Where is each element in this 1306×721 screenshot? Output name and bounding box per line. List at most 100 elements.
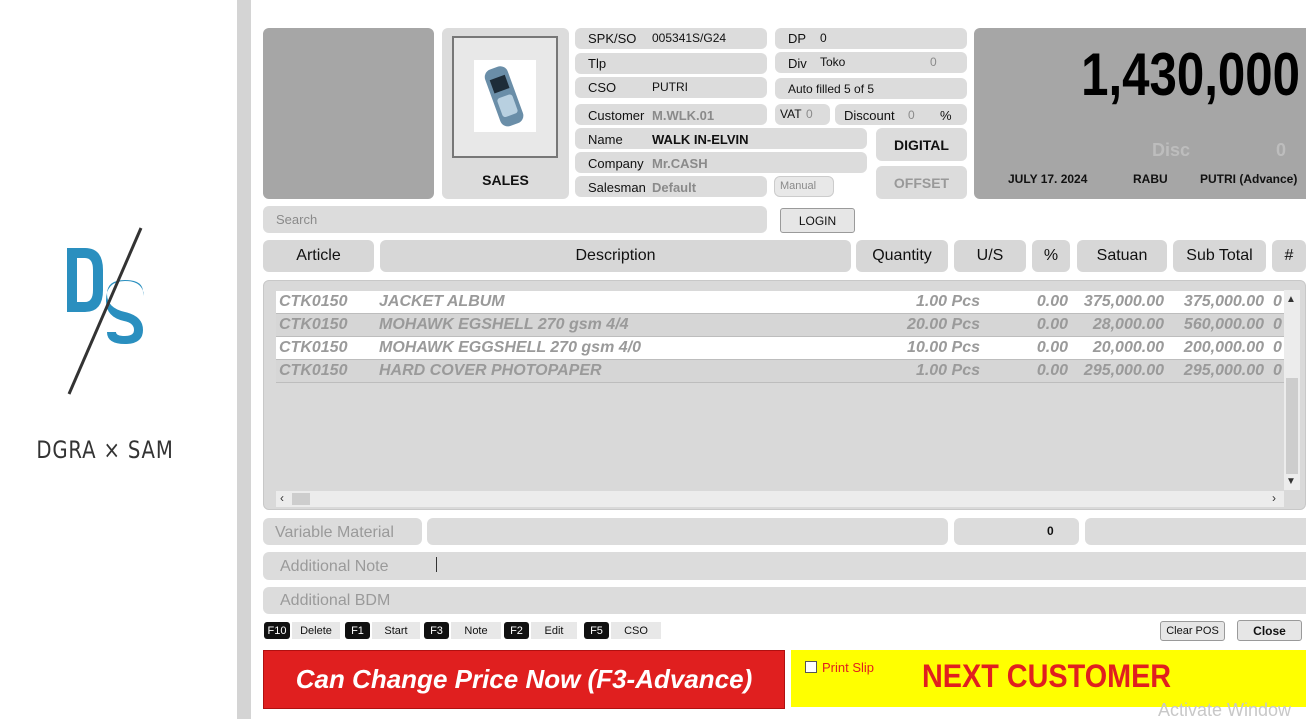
scroll-up-icon[interactable]: ▲	[1286, 294, 1296, 305]
change-price-banner[interactable]: Can Change Price Now (F3-Advance)	[263, 650, 785, 709]
col-quantity[interactable]: Quantity	[856, 240, 948, 272]
shortcut-key-f3[interactable]: F3	[424, 622, 449, 639]
cell-article: CTK0150	[279, 316, 348, 333]
shortcut-label-cso[interactable]: CSO	[611, 622, 661, 639]
customer-label: Customer	[588, 108, 645, 123]
cell-qty: 1.00 Pcs	[915, 293, 980, 310]
col-article[interactable]: Article	[263, 240, 374, 272]
cell-hash: 0	[1273, 339, 1282, 356]
disc-label: Disc	[1152, 140, 1191, 160]
total-amount: 1,430,000	[1081, 41, 1300, 108]
cell-satuan: 28,000.00	[1092, 316, 1164, 333]
cell-subtotal: 375,000.00	[1183, 293, 1264, 310]
cell-qty: 20.00 Pcs	[907, 316, 980, 333]
cell-subtotal: 200,000.00	[1183, 339, 1264, 356]
col-description[interactable]: Description	[380, 240, 851, 272]
disc-value: 0	[1276, 140, 1287, 160]
sales-label: SALES	[482, 172, 529, 188]
company-value: Mr.CASH	[652, 156, 708, 171]
vat-label: VAT	[780, 107, 802, 121]
cell-satuan: 295,000.00	[1083, 362, 1164, 379]
table-row[interactable]: CTK0150 JACKET ALBUM 1.00 Pcs 0.00 375,000.0…	[276, 291, 1284, 314]
col-hash[interactable]: #	[1272, 240, 1306, 272]
cso-value: PUTRI	[652, 80, 688, 94]
vat-value: 0	[806, 107, 813, 121]
variable-material-value: 0	[1047, 524, 1054, 538]
cell-pct: 0.00	[1036, 316, 1068, 333]
div-number: 0	[930, 55, 937, 69]
additional-note-field[interactable]	[263, 552, 1306, 580]
manual-label: Manual	[780, 180, 817, 192]
shortcut-key-f10[interactable]: F10	[264, 622, 290, 639]
spk-value: 005341S/G24	[652, 31, 727, 45]
horizontal-scrollbar[interactable]	[276, 491, 1284, 507]
clear-pos-button[interactable]: Clear POS	[1160, 621, 1225, 641]
text-cursor	[436, 557, 437, 572]
shortcut-label-delete[interactable]: Delete	[292, 622, 340, 639]
shortcut-label-start[interactable]: Start	[372, 622, 420, 639]
autofill-text: Auto filled 5 of 5	[788, 82, 875, 96]
cell-article: CTK0150	[279, 293, 348, 310]
tlp-label: Tlp	[588, 56, 607, 71]
print-slip-label: Print Slip	[822, 660, 875, 675]
close-button[interactable]: Close	[1237, 620, 1302, 641]
offset-button[interactable]: OFFSET	[876, 166, 967, 199]
salesman-label: Salesman	[588, 180, 646, 195]
col-percent[interactable]: %	[1032, 240, 1070, 272]
user-label: PUTRI (Advance)	[1200, 172, 1298, 186]
shortcut-label-edit[interactable]: Edit	[531, 622, 577, 639]
cell-qty: 1.00 Pcs	[915, 362, 980, 379]
print-slip-checkbox[interactable]	[805, 661, 817, 673]
dgra-sam-logo	[67, 227, 144, 395]
search-input[interactable]	[263, 206, 767, 233]
date-label: JULY 17. 2024	[1008, 172, 1088, 186]
shortcut-key-f2[interactable]: F2	[504, 622, 529, 639]
percent-sign: %	[940, 108, 952, 123]
shortcut-key-f5[interactable]: F5	[584, 622, 609, 639]
variable-material-label: Variable Material	[275, 524, 394, 541]
cell-desc: HARD COVER PHOTOPAPER	[379, 362, 602, 379]
cell-hash: 0	[1273, 293, 1282, 310]
discount-label: Discount	[844, 108, 895, 123]
shortcut-label-note[interactable]: Note	[451, 622, 501, 639]
col-us[interactable]: U/S	[954, 240, 1026, 272]
scroll-right-icon[interactable]: ›	[1272, 491, 1276, 505]
variable-material-input[interactable]	[427, 518, 948, 545]
horizontal-scroll-thumb[interactable]	[292, 493, 310, 505]
search-placeholder: Search	[276, 212, 318, 227]
customer-value: M.WLK.01	[652, 108, 715, 123]
cso-label: CSO	[588, 80, 617, 95]
additional-bdm-label: Additional BDM	[280, 592, 391, 609]
cell-pct: 0.00	[1036, 293, 1068, 310]
table-row[interactable]: CTK0150 MOHAWK EGSHELL 270 gsm 4/4 20.00 P…	[276, 314, 1284, 337]
cell-desc: MOHAWK EGSHELL 270 gsm 4/4	[379, 316, 629, 333]
col-subtotal[interactable]: Sub Total	[1173, 240, 1266, 272]
spk-label: SPK/SO	[588, 31, 637, 46]
variable-material-extra[interactable]	[1085, 518, 1306, 545]
salesman-value: Default	[652, 180, 697, 195]
cell-subtotal: 560,000.00	[1183, 316, 1264, 333]
cell-desc: MOHAWK EGGSHELL 270 gsm 4/0	[379, 339, 641, 356]
cell-desc: JACKET ALBUM	[379, 293, 505, 310]
col-satuan[interactable]: Satuan	[1077, 240, 1167, 272]
shortcut-key-f1[interactable]: F1	[345, 622, 370, 639]
digital-button[interactable]: DIGITAL	[876, 128, 967, 161]
table-row[interactable]: CTK0150 HARD COVER PHOTOPAPER 1.00 Pcs 0.00…	[276, 360, 1284, 383]
photo-panel	[263, 28, 434, 199]
cell-pct: 0.00	[1036, 362, 1068, 379]
additional-bdm-field[interactable]	[263, 587, 1306, 614]
vertical-scroll-thumb[interactable]	[1286, 378, 1298, 474]
activate-windows-watermark: Activate Window	[1158, 700, 1292, 720]
cell-hash: 0	[1273, 362, 1282, 379]
login-button[interactable]: LOGIN	[780, 208, 855, 233]
cell-article: CTK0150	[279, 339, 348, 356]
table-row[interactable]: CTK0150 MOHAWK EGGSHELL 270 gsm 4/0 10.00 …	[276, 337, 1284, 360]
additional-note-label: Additional Note	[280, 558, 389, 575]
cell-satuan: 375,000.00	[1083, 293, 1164, 310]
brand-name: DGRA × SAM	[36, 436, 174, 464]
name-label: Name	[588, 132, 623, 147]
scroll-down-icon[interactable]: ▼	[1286, 476, 1296, 487]
scroll-left-icon[interactable]: ‹	[280, 491, 284, 505]
cell-qty: 10.00 Pcs	[907, 339, 980, 356]
cell-hash: 0	[1273, 316, 1282, 333]
